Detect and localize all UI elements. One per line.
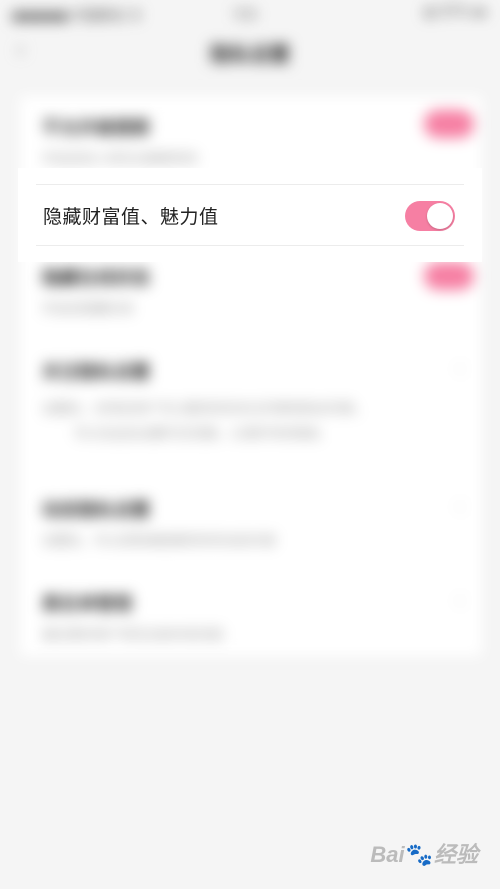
setting-title: 黑名单管理 — [42, 594, 132, 615]
setting-subtitle: 被拉黑的用户将无法给你发消息 — [42, 628, 225, 643]
toggle-switch[interactable] — [424, 110, 474, 138]
setting-subtitle: 设置后，仅特定用户可以看到你的关注列表和粉丝列表， — [42, 402, 368, 417]
chevron-right-icon: › — [456, 590, 464, 611]
toggle-knob — [427, 203, 453, 229]
setting-subtitle: 开启后隐藏在线 — [42, 302, 134, 317]
setting-title: 动态隐私设置 — [42, 500, 150, 521]
blurred-background: ●●●●● 中国移动 令 下午 ◐ 87% ▬ ‹ 隐私设置 不允许被搜索 开启… — [0, 0, 500, 889]
setting-row-blacklist[interactable]: 黑名单管理 被拉黑的用户将无法给你发消息 — [42, 590, 462, 643]
divider — [36, 245, 464, 246]
chevron-right-icon: › — [456, 358, 464, 379]
baidu-jingyan-watermark: Bai🐾经验 — [370, 837, 478, 869]
setting-subtitle: 设置后，可以控制谁能看到你的动态内容 — [42, 534, 277, 549]
setting-subtitle: 开启后别人将无法搜索到你 — [42, 152, 199, 167]
divider — [36, 184, 464, 185]
paw-icon: 🐾 — [405, 842, 433, 867]
chevron-right-icon: › — [456, 496, 464, 517]
setting-title: 隐藏在线状态 — [42, 268, 150, 289]
status-carrier: ●●●●● 中国移动 令 — [12, 9, 142, 24]
watermark-text: 经验 — [433, 842, 478, 867]
status-battery: ◐ 87% ▬ — [425, 5, 486, 20]
watermark-text: Bai — [370, 842, 405, 867]
setting-row-follow[interactable]: 关注隐私设置 设置后，仅特定用户可以看到你的关注列表和粉丝列表， 可以在此处设置… — [42, 358, 462, 442]
status-bar: ●●●●● 中国移动 令 下午 ◐ 87% ▬ — [0, 0, 500, 26]
setting-subtitle-2: 可以在此处设置可见范围，以保护你的隐私 — [74, 427, 322, 442]
nav-bar: ‹ 隐私设置 — [0, 26, 500, 78]
page-title: 隐私设置 — [210, 42, 290, 66]
toggle-switch[interactable] — [424, 262, 474, 290]
setting-title: 不允许被搜索 — [42, 118, 150, 139]
setting-row-hide-wealth-charm[interactable]: 隐藏财富值、魅力值 — [18, 168, 482, 262]
status-time: 下午 — [232, 9, 259, 24]
hide-wealth-charm-toggle[interactable] — [405, 201, 455, 231]
hide-wealth-charm-label: 隐藏财富值、魅力值 — [43, 206, 219, 228]
screen: ●●●●● 中国移动 令 下午 ◐ 87% ▬ ‹ 隐私设置 不允许被搜索 开启… — [0, 0, 500, 889]
setting-row-search[interactable]: 不允许被搜索 开启后别人将无法搜索到你 — [42, 114, 462, 167]
setting-row-online[interactable]: 隐藏在线状态 开启后隐藏在线 — [42, 264, 462, 317]
setting-title: 关注隐私设置 — [42, 362, 150, 383]
setting-row-moments[interactable]: 动态隐私设置 设置后，可以控制谁能看到你的动态内容 — [42, 496, 462, 549]
